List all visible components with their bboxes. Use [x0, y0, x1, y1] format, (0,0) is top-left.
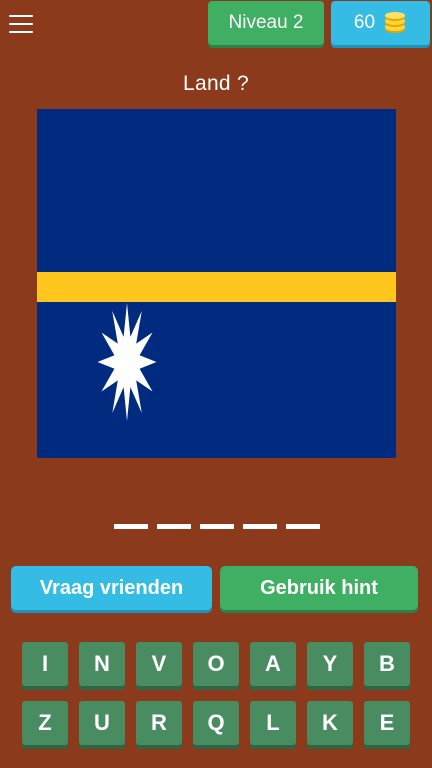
answer-slot[interactable] [200, 524, 234, 529]
menu-icon[interactable] [9, 14, 33, 34]
letter-key[interactable]: I [22, 642, 68, 686]
answer-slot[interactable] [114, 524, 148, 529]
letter-key[interactable]: N [79, 642, 125, 686]
letter-key[interactable]: Y [307, 642, 353, 686]
ask-friends-button[interactable]: Vraag vrienden [11, 566, 212, 610]
flag-stripe [37, 272, 396, 302]
letter-key[interactable]: Q [193, 701, 239, 745]
ask-friends-label: Vraag vrienden [39, 576, 184, 599]
answer-slots [114, 524, 322, 530]
coins-count: 60 [353, 12, 376, 33]
answer-slot[interactable] [157, 524, 191, 529]
level-button[interactable]: Niveau 2 [208, 1, 324, 45]
level-label: Niveau 2 [228, 12, 304, 33]
letter-key[interactable]: R [136, 701, 182, 745]
answer-slot[interactable] [243, 524, 277, 529]
letter-key[interactable]: V [136, 642, 182, 686]
letter-key[interactable]: Z [22, 701, 68, 745]
letter-key[interactable]: B [364, 642, 410, 686]
letter-key[interactable]: E [364, 701, 410, 745]
question-label: Land ? [182, 72, 250, 95]
letter-key[interactable]: O [193, 642, 239, 686]
menu-line [9, 15, 33, 17]
letter-key[interactable]: U [79, 701, 125, 745]
letter-key[interactable]: L [250, 701, 296, 745]
letter-key[interactable]: A [250, 642, 296, 686]
use-hint-label: Gebruik hint [260, 576, 378, 599]
answer-slot[interactable] [286, 524, 320, 529]
coins-button[interactable]: 60 [331, 1, 430, 45]
menu-line [9, 23, 33, 25]
letter-key[interactable]: K [307, 701, 353, 745]
use-hint-button[interactable]: Gebruik hint [220, 566, 418, 610]
menu-line [9, 31, 33, 33]
country-flag [37, 109, 396, 458]
coin-stack-icon [383, 12, 407, 34]
